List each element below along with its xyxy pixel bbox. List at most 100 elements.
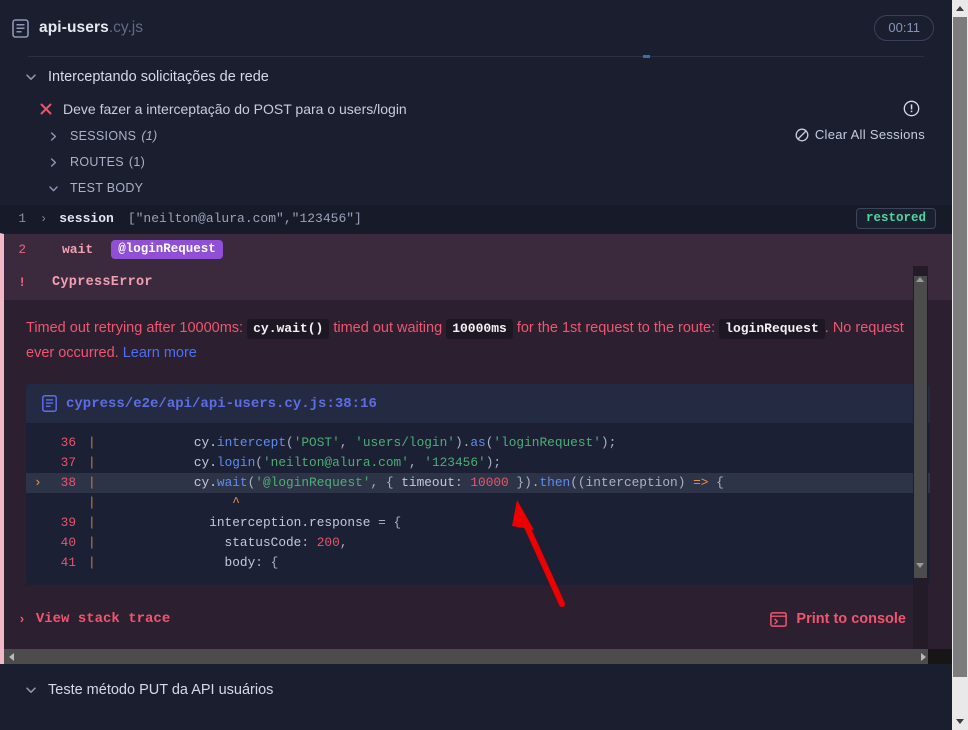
bottom-suite-title: Teste método PUT da API usuários bbox=[48, 682, 274, 698]
code-token: body bbox=[101, 555, 256, 570]
print-to-console-button[interactable]: Print to console bbox=[770, 611, 906, 627]
code-line-number: › 38 bbox=[26, 473, 84, 493]
code-gutter-divider: | bbox=[88, 515, 96, 530]
code-frame-line: › 38 | cy.wait('@loginRequest', { timeout:… bbox=[26, 473, 930, 493]
code-token: timeout bbox=[401, 475, 455, 490]
code-token: login bbox=[216, 455, 256, 470]
page-scrollbar-thumb[interactable] bbox=[953, 17, 967, 677]
code-line-content: cy.wait('@loginRequest', { timeout: 1000… bbox=[102, 473, 724, 493]
code-token: ); bbox=[600, 435, 617, 450]
error-body: Timed out retrying after 10000ms: cy.wai… bbox=[4, 300, 952, 585]
header-divider bbox=[28, 55, 924, 58]
chevron-right-icon bbox=[50, 157, 57, 167]
error-panel: ! CypressError Timed out retrying after … bbox=[0, 266, 952, 649]
code-token: wait bbox=[216, 475, 248, 490]
console-window-icon bbox=[770, 611, 788, 627]
section-sessions[interactable]: SESSIONS (1) Clear All Sessions bbox=[0, 123, 952, 149]
ban-icon bbox=[795, 128, 809, 141]
code-token: ^ bbox=[101, 495, 240, 510]
code-token: ( bbox=[286, 435, 294, 450]
code-token: { bbox=[708, 475, 724, 490]
code-line-number: 39 bbox=[60, 515, 76, 530]
bottom-suite-row[interactable]: Teste método PUT da API usuários bbox=[0, 664, 952, 698]
chevron-right-icon bbox=[50, 131, 57, 141]
code-token: '123456' bbox=[424, 455, 486, 470]
code-token: as bbox=[470, 435, 486, 450]
code-frame: cypress/e2e/api/api-users.cy.js:38:16 36… bbox=[26, 384, 930, 585]
code-token: = { bbox=[378, 515, 402, 530]
section-routes-count: (1) bbox=[128, 155, 146, 169]
cypress-test-runner: api-users .cy.js 00:11 Interceptando soli… bbox=[0, 0, 952, 730]
scroll-up-arrow-icon[interactable] bbox=[916, 277, 924, 282]
code-token: '@loginRequest' bbox=[255, 475, 371, 490]
chevron-down-icon bbox=[26, 74, 36, 80]
code-token: ). bbox=[454, 435, 471, 450]
scrollbar-thumb[interactable] bbox=[914, 276, 927, 578]
learn-more-link[interactable]: Learn more bbox=[123, 345, 197, 361]
code-line-content: cy.intercept('POST', 'users/login').as('… bbox=[102, 433, 617, 453]
code-token: 'POST' bbox=[293, 435, 340, 450]
code-frame-path-link[interactable]: cypress/e2e/api/api-users.cy.js:38:16 bbox=[26, 384, 930, 423]
suite-row[interactable]: Interceptando solicitações de rede bbox=[0, 57, 952, 97]
error-msg-seg-4: for the 1st request to the route: bbox=[512, 320, 720, 336]
code-line-number: 36 bbox=[60, 435, 76, 450]
test-timer: 00:11 bbox=[874, 15, 934, 41]
code-line-content: ^ bbox=[102, 493, 240, 513]
scroll-left-arrow-icon[interactable] bbox=[9, 653, 14, 661]
code-token: 10000 bbox=[470, 475, 509, 490]
command-name: session bbox=[59, 211, 114, 226]
code-token: intercept bbox=[216, 435, 287, 450]
section-routes[interactable]: ROUTES (1) bbox=[0, 149, 952, 175]
alias-badge: @loginRequest bbox=[111, 240, 223, 259]
code-token: cy. bbox=[101, 475, 217, 490]
page-scroll-up-arrow-icon[interactable] bbox=[956, 6, 964, 11]
code-token: : bbox=[301, 535, 317, 550]
code-gutter-divider: | bbox=[88, 455, 96, 470]
test-row-failed[interactable]: Deve fazer a interceptação do POST para … bbox=[0, 97, 952, 123]
error-panel-horizontal-scrollbar[interactable] bbox=[0, 649, 952, 664]
code-line-content: statusCode: 200, bbox=[102, 533, 348, 553]
code-token: ( bbox=[255, 455, 263, 470]
command-number: 1 bbox=[18, 211, 26, 226]
clear-all-sessions-label: Clear All Sessions bbox=[814, 127, 925, 142]
error-msg-seg-2: timed out waiting bbox=[329, 320, 447, 336]
current-line-marker-icon: › bbox=[34, 475, 42, 490]
command-expand-icon[interactable]: › bbox=[40, 212, 47, 226]
code-line-number: 40 bbox=[60, 535, 76, 550]
code-token: 'neilton@alura.com' bbox=[262, 455, 409, 470]
code-frame-line: 36 | cy.intercept('POST', 'users/login').… bbox=[26, 433, 930, 453]
error-title-bar: ! CypressError bbox=[4, 266, 952, 300]
code-line-content: cy.login('neilton@alura.com', '123456'); bbox=[102, 453, 501, 473]
section-test-body[interactable]: TEST BODY bbox=[0, 175, 952, 201]
error-panel-vertical-scrollbar[interactable] bbox=[913, 266, 928, 649]
code-token: interception. bbox=[101, 515, 310, 530]
code-frame-line: 40 | statusCode: 200, bbox=[26, 533, 930, 553]
code-token: 'loginRequest' bbox=[493, 435, 601, 450]
page-scrollbar[interactable] bbox=[952, 0, 968, 730]
info-circle-icon[interactable] bbox=[903, 100, 920, 117]
suite-title: Interceptando solicitações de rede bbox=[48, 69, 269, 85]
command-row-wait[interactable]: 2 wait @loginRequest bbox=[0, 233, 952, 266]
command-list: 1 › session ["neilton@alura.com","123456… bbox=[0, 205, 952, 266]
code-token: => bbox=[693, 475, 709, 490]
code-token: , bbox=[408, 455, 425, 470]
section-test-body-label: TEST BODY bbox=[70, 181, 144, 195]
clear-all-sessions-button[interactable]: Clear All Sessions bbox=[795, 127, 925, 142]
code-token: : { bbox=[255, 555, 279, 570]
view-stack-trace-button[interactable]: › View stack trace bbox=[18, 611, 170, 627]
scroll-down-arrow-icon[interactable] bbox=[916, 563, 924, 568]
code-frame-line: 41 | body: { bbox=[26, 553, 930, 573]
error-name: CypressError bbox=[52, 275, 153, 290]
file-icon bbox=[42, 395, 57, 412]
command-row-session[interactable]: 1 › session ["neilton@alura.com","123456… bbox=[0, 205, 952, 233]
code-gutter-divider: | bbox=[88, 555, 96, 570]
code-token: , { bbox=[370, 475, 402, 490]
code-token: 'users/login' bbox=[355, 435, 455, 450]
scroll-right-arrow-icon[interactable] bbox=[921, 653, 926, 661]
code-frame-lines: 36 | cy.intercept('POST', 'users/login').… bbox=[26, 423, 930, 585]
error-msg-code-cy-wait: cy.wait() bbox=[247, 319, 330, 339]
code-gutter-divider: | bbox=[88, 435, 96, 450]
chevron-down-icon bbox=[26, 687, 36, 693]
code-token: ); bbox=[485, 455, 502, 470]
page-scroll-down-arrow-icon[interactable] bbox=[956, 719, 964, 724]
